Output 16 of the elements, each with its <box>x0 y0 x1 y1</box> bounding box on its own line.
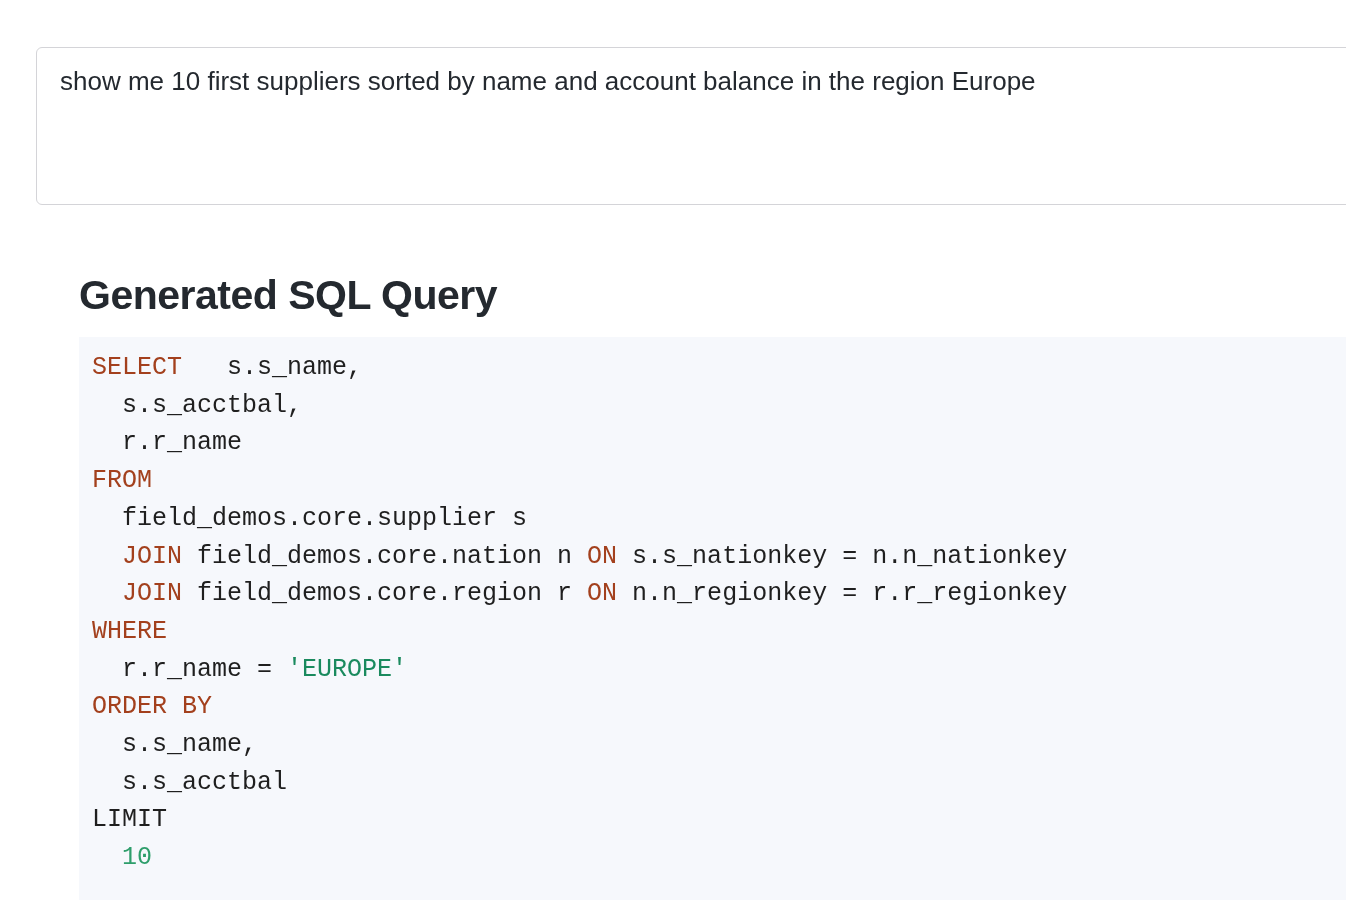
code-line: ORDER BY <box>92 691 213 724</box>
code-line: FROM <box>92 465 152 498</box>
code-line: r.r_name <box>122 427 243 460</box>
code-line: LIMIT <box>92 804 167 837</box>
code-line: s.s_acctbal <box>122 766 288 799</box>
section-heading: Generated SQL Query <box>79 271 499 320</box>
code-line: JOIN field_demos.core.region r ON n.n_regionkey = r.r_regionkey <box>122 578 1068 611</box>
code-line: field_demos.core.supplier s <box>122 502 528 535</box>
code-line: SELECT s.s_name, <box>92 352 363 384</box>
query-input-field[interactable]: show me 10 first suppliers sorted by name and account balance in the region Europe <box>36 47 1346 205</box>
code-line: r.r_name = 'EUROPE' <box>122 653 408 686</box>
code-line: WHERE <box>92 615 167 648</box>
code-line: s.s_name, <box>122 729 258 762</box>
code-line: 10 <box>122 842 152 875</box>
code-line: s.s_acctbal, <box>122 389 303 422</box>
code-line: JOIN field_demos.core.nation n ON s.s_nationkey = n.n_nationkey <box>122 540 1068 573</box>
